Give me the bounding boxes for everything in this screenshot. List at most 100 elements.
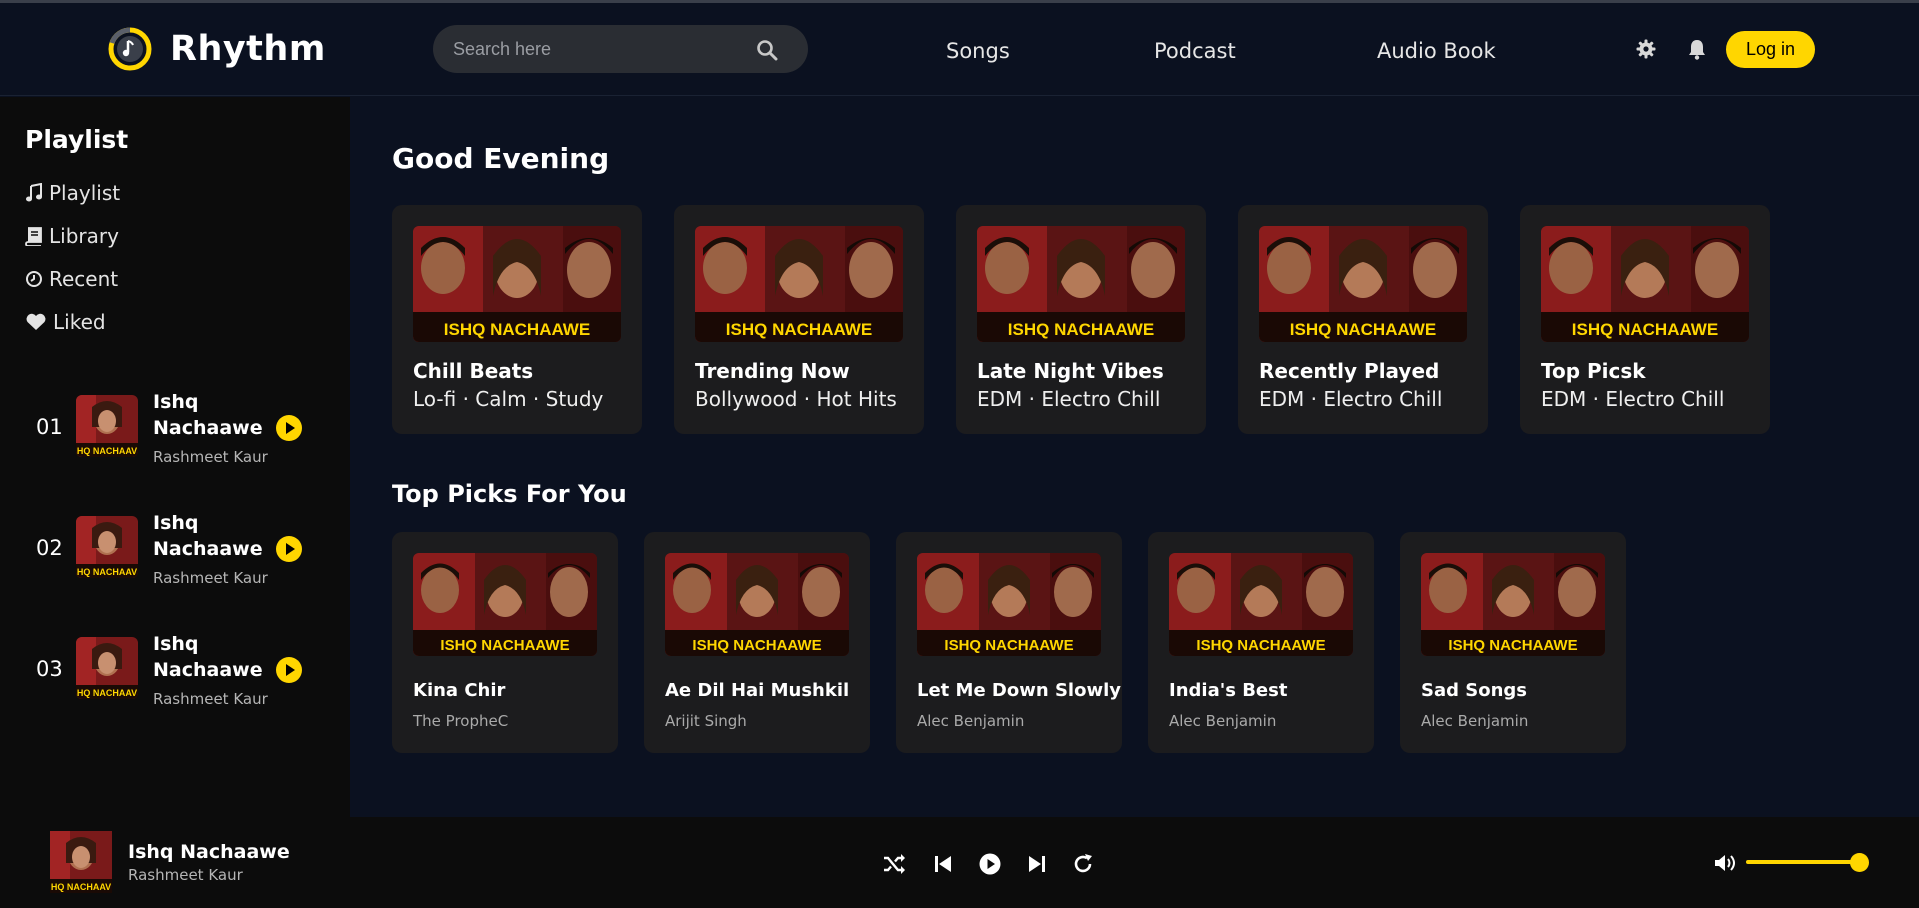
top-pick-card[interactable]: ISHQ NACHAAWE India's Best Alec Benjamin [1148,532,1374,753]
now-playing-cover: HQ NACHAAV [50,831,112,893]
app-name: Rhythm [170,29,326,69]
top-header: Rhythm Songs Podcast Audio Book Log in [0,3,1919,96]
play-icon[interactable] [276,415,302,441]
nav-audio-book[interactable]: Audio Book [1377,39,1496,63]
playlist-title: Trending Now [695,359,850,383]
top-pick-card[interactable]: ISHQ NACHAAWE Kina Chir The PropheC [392,532,618,753]
svg-text:ISHQ NACHAAWE: ISHQ NACHAAWE [444,320,590,339]
logo-icon [108,27,152,71]
song-artist: Alec Benjamin [1421,712,1529,730]
app-logo[interactable]: Rhythm [108,27,326,71]
svg-text:HQ NACHAAV: HQ NACHAAV [77,446,137,456]
playlist-subtitle: Lo-fi · Calm · Study [413,387,604,411]
volume-icon[interactable] [1713,852,1737,874]
svg-text:ISHQ NACHAAWE: ISHQ NACHAAWE [1290,320,1436,339]
song-cover: ISHQ NACHAAWE [1421,553,1605,656]
shuffle-icon[interactable] [882,852,906,876]
svg-text:HQ NACHAAV: HQ NACHAAV [51,882,111,892]
track-number: 03 [36,657,63,681]
play-icon[interactable] [276,536,302,562]
playlist-cover: ISHQ NACHAAWE [1259,226,1467,342]
sidebar-item-label: Liked [53,310,106,334]
svg-text:ISHQ NACHAAWE: ISHQ NACHAAWE [726,320,872,339]
svg-text:ISHQ NACHAAWE: ISHQ NACHAAWE [1448,637,1577,654]
volume-slider[interactable] [1746,860,1860,864]
song-title: Ae Dil Hai Mushkil [665,680,850,701]
top-pick-card[interactable]: ISHQ NACHAAWE Sad Songs Alec Benjamin [1400,532,1626,753]
sidebar-item-recent[interactable]: Recent [25,267,118,291]
list-item[interactable]: 01 HQ NACHAAV Ishq Nachaawe Rashmeet Kau… [0,381,350,481]
playlist-cover: ISHQ NACHAAWE [1541,226,1749,342]
repeat-icon[interactable] [1071,852,1095,876]
sidebar-item-label: Library [49,224,119,248]
track-title: Ishq Nachaawe [153,512,263,560]
playlist-title: Chill Beats [413,359,534,383]
svg-text:HQ NACHAAV: HQ NACHAAV [77,688,137,698]
nav-podcast[interactable]: Podcast [1154,39,1236,63]
song-cover: ISHQ NACHAAWE [917,553,1101,656]
song-title: India's Best [1169,680,1288,701]
search-bar[interactable] [433,25,808,73]
now-playing-title: Ishq Nachaawe [128,841,290,863]
svg-text:ISHQ NACHAAWE: ISHQ NACHAAWE [1008,320,1154,339]
playlist-card[interactable]: ISHQ NACHAAWE Chill Beats Lo-fi · Calm ·… [392,205,642,434]
previous-icon[interactable] [931,852,955,876]
svg-text:ISHQ NACHAAWE: ISHQ NACHAAWE [440,637,569,654]
playlist-title: Late Night Vibes [977,359,1164,383]
list-item[interactable]: 02 HQ NACHAAV Ishq Nachaawe Rashmeet Kau… [0,502,350,602]
svg-text:ISHQ NACHAAWE: ISHQ NACHAAWE [1572,320,1718,339]
play-icon[interactable] [978,852,1002,876]
sidebar: Playlist Playlist Library Recent Liked 0… [0,97,350,817]
svg-text:ISHQ NACHAAWE: ISHQ NACHAAWE [692,637,821,654]
track-title: Ishq Nachaawe [153,633,263,681]
track-thumbnail: HQ NACHAAV [76,637,138,699]
heart-icon [26,313,46,330]
playlist-card[interactable]: ISHQ NACHAAWE Top Picsk EDM · Electro Ch… [1520,205,1770,434]
track-number: 01 [36,415,63,439]
search-input[interactable] [453,38,743,60]
gear-icon[interactable] [1636,39,1656,59]
song-cover: ISHQ NACHAAWE [413,553,597,656]
sidebar-item-label: Playlist [49,181,121,205]
song-title: Let Me Down Slowly [917,680,1121,701]
sidebar-item-playlist[interactable]: Playlist [25,181,120,205]
greeting-title: Good Evening [392,142,610,175]
song-cover: ISHQ NACHAAWE [665,553,849,656]
playlist-cover: ISHQ NACHAAWE [695,226,903,342]
playlist-subtitle: Bollywood · Hot Hits [695,387,897,411]
playlist-subtitle: EDM · Electro Chill [1259,387,1443,411]
playlist-title: Top Picsk [1541,359,1646,383]
now-playing-artist: Rashmeet Kaur [128,866,243,884]
playlist-cover: ISHQ NACHAAWE [413,226,621,342]
volume-slider-handle[interactable] [1850,853,1869,872]
login-button[interactable]: Log in [1726,31,1815,68]
playlist-subtitle: EDM · Electro Chill [977,387,1161,411]
top-pick-card[interactable]: ISHQ NACHAAWE Let Me Down Slowly Alec Be… [896,532,1122,753]
book-icon [25,227,42,246]
list-item[interactable]: 03 HQ NACHAAV Ishq Nachaawe Rashmeet Kau… [0,623,350,723]
song-title: Kina Chir [413,680,506,701]
top-picks-title: Top Picks For You [392,480,627,508]
sidebar-title: Playlist [25,125,129,154]
sidebar-item-library[interactable]: Library [25,224,119,248]
playlist-card[interactable]: ISHQ NACHAAWE Recently Played EDM · Elec… [1238,205,1488,434]
song-title: Sad Songs [1421,680,1528,701]
music-note-icon [26,183,42,202]
play-icon[interactable] [276,657,302,683]
track-artist: Rashmeet Kaur [153,448,268,466]
next-icon[interactable] [1025,852,1049,876]
top-pick-card[interactable]: ISHQ NACHAAWE Ae Dil Hai Mushkil Arijit … [644,532,870,753]
sidebar-item-label: Recent [49,267,119,291]
sidebar-item-liked[interactable]: Liked [25,310,106,334]
search-icon[interactable] [756,39,778,61]
track-number: 02 [36,536,63,560]
main-content: Good Evening ISHQ NACHAAWE Chill Beats L… [350,97,1919,817]
nav-songs[interactable]: Songs [946,39,1010,63]
song-artist: Alec Benjamin [917,712,1025,730]
track-artist: Rashmeet Kaur [153,690,268,708]
playlist-card[interactable]: ISHQ NACHAAWE Late Night Vibes EDM · Ele… [956,205,1206,434]
bell-icon[interactable] [1687,38,1707,60]
playlist-card[interactable]: ISHQ NACHAAWE Trending Now Bollywood · H… [674,205,924,434]
track-artist: Rashmeet Kaur [153,569,268,587]
track-thumbnail: HQ NACHAAV [76,516,138,578]
